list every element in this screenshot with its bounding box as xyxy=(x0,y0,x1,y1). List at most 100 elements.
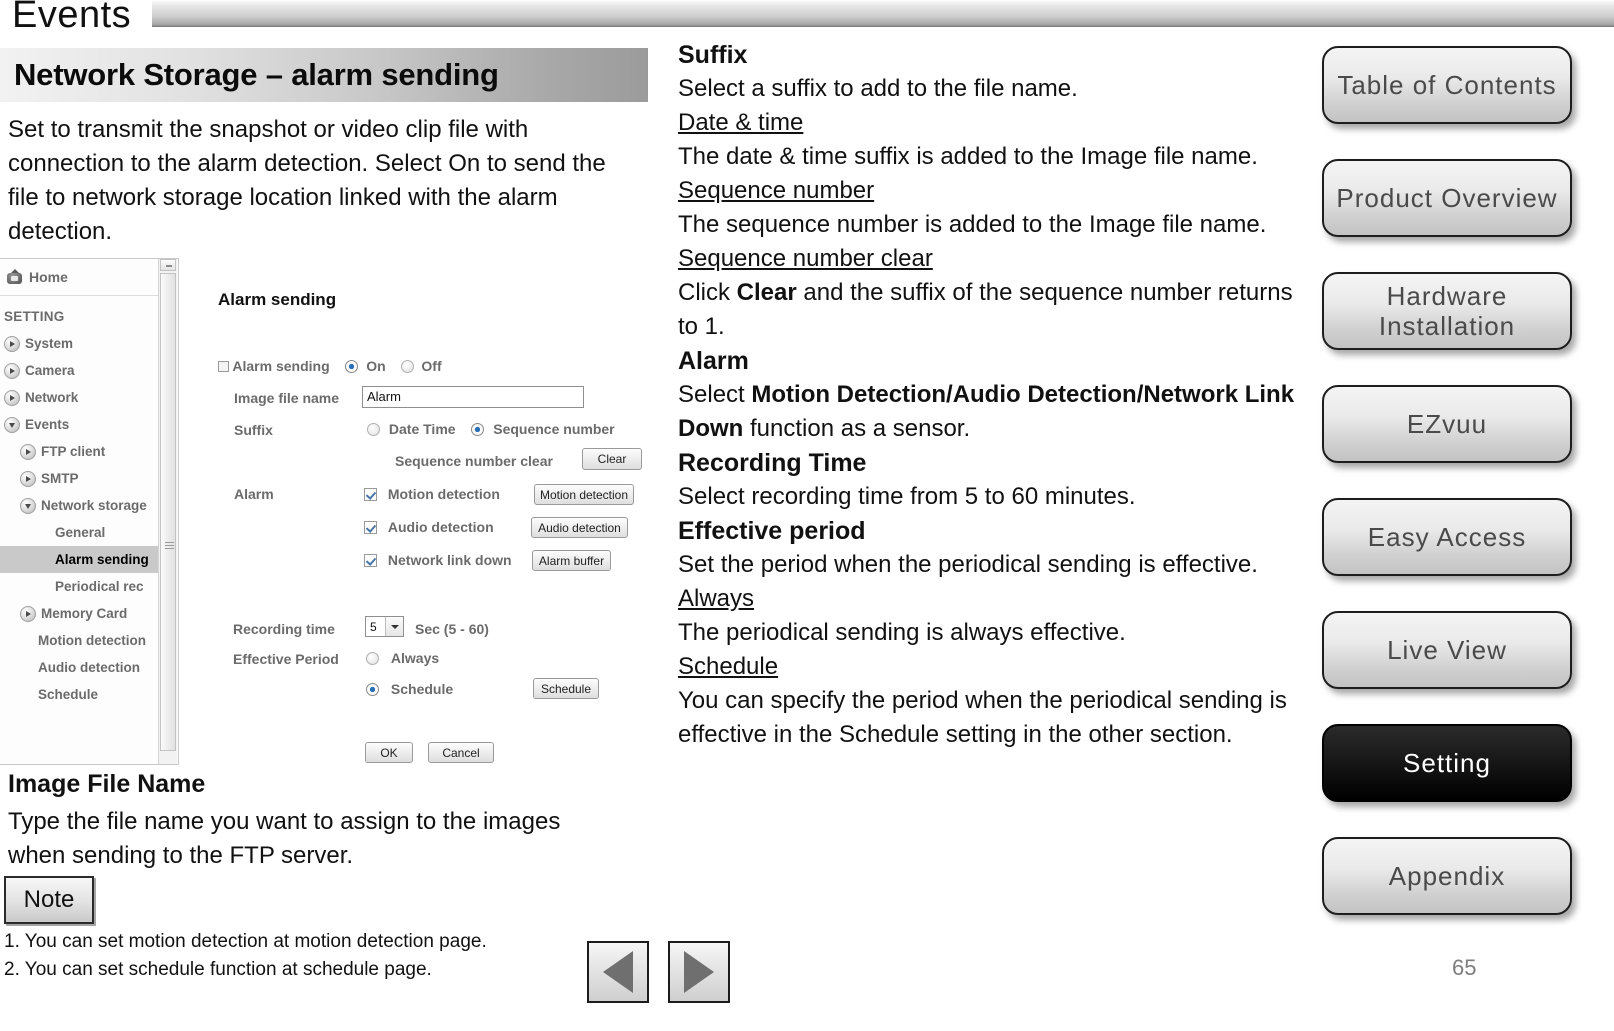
notes-list: 1. You can set motion detection at motio… xyxy=(4,928,624,984)
alarm-sending-on-label: On xyxy=(366,358,386,374)
sequence-number-clear-label: Sequence number clear xyxy=(395,453,553,469)
tree-item-general[interactable]: General xyxy=(0,519,160,546)
alarm-sending-form: Alarm sending Alarm sending On Off Image… xyxy=(200,290,660,775)
chevron-right-icon[interactable] xyxy=(4,362,20,379)
motion-detection-checkbox[interactable] xyxy=(364,488,377,501)
cancel-button[interactable]: Cancel xyxy=(428,742,494,763)
tree-item-memory-card[interactable]: Memory Card xyxy=(0,600,160,627)
chevron-right-icon[interactable] xyxy=(20,443,36,460)
sequence-number-term: Sequence number xyxy=(678,177,875,204)
chevron-down-icon[interactable] xyxy=(20,497,36,514)
scrollbar-grip-icon xyxy=(165,542,174,549)
image-file-name-heading: Image File Name xyxy=(8,770,206,798)
image-file-name-body: Type the file name you want to assign to… xyxy=(8,808,561,869)
suffix-body: Select a suffix to add to the file name. xyxy=(678,75,1078,102)
tree-item-camera[interactable]: Camera xyxy=(0,357,160,384)
effective-period-schedule-radio[interactable] xyxy=(366,683,379,696)
scrollbar-up-arrow[interactable] xyxy=(160,259,176,271)
webui-settings-tree: SETTING System Camera Network Events FTP cli… xyxy=(0,303,160,708)
webui-home-label: Home xyxy=(29,269,68,285)
clear-button[interactable]: Clear xyxy=(582,448,642,470)
nav-button-label: Live View xyxy=(1387,635,1507,665)
effective-period-always-label: Always xyxy=(390,650,440,666)
nav-button-label: Table of Contents xyxy=(1337,70,1557,100)
image-file-name-input[interactable]: Alarm xyxy=(362,386,584,408)
chevron-down-icon[interactable] xyxy=(4,416,20,433)
tree-item-system[interactable]: System xyxy=(0,330,160,357)
note-item-2: 2. You can set schedule function at sche… xyxy=(4,959,432,980)
suffix-date-time-radio[interactable] xyxy=(367,423,380,436)
alarm-body: Select Motion Detection/Audio Detection/… xyxy=(678,378,1298,446)
tree-item-label: SMTP xyxy=(41,471,79,486)
alarm-sending-off-radio[interactable] xyxy=(400,360,414,373)
previous-page-button[interactable] xyxy=(587,941,649,1003)
nav-button-table-of-contents[interactable]: Table of Contents xyxy=(1322,46,1572,124)
chevron-down-icon[interactable] xyxy=(385,617,403,636)
motion-detection-row: Motion detection xyxy=(364,486,500,502)
alarm-sending-on-radio[interactable] xyxy=(345,360,359,373)
webui-home-link[interactable]: Home xyxy=(0,259,160,296)
tree-item-smtp[interactable]: SMTP xyxy=(0,465,160,492)
nav-button-product-overview[interactable]: Product Overview xyxy=(1322,159,1572,237)
nav-button-hardware-installation[interactable]: Hardware Installation xyxy=(1322,272,1572,350)
nav-button-live-view[interactable]: Live View xyxy=(1322,611,1572,689)
tree-item-label: Motion detection xyxy=(38,633,146,648)
tree-item-periodical-rec[interactable]: Periodical rec xyxy=(0,573,160,600)
camera-webui-sidebar-screenshot: Home SETTING System Camera Network Events FT… xyxy=(0,258,179,765)
motion-detection-button[interactable]: Motion detection xyxy=(534,484,634,505)
chevron-right-icon[interactable] xyxy=(20,605,36,622)
effective-period-body: Set the period when the periodical sendi… xyxy=(678,551,1258,578)
chevron-right-icon[interactable] xyxy=(4,389,20,406)
effective-period-always-radio[interactable] xyxy=(366,652,379,665)
recording-time-heading: Recording Time xyxy=(678,449,867,477)
schedule-button[interactable]: Schedule xyxy=(533,678,599,699)
suffix-sequence-number-label: Sequence number xyxy=(493,421,615,437)
recording-time-select[interactable]: 5 xyxy=(365,616,404,637)
audio-detection-checkbox[interactable] xyxy=(364,521,377,534)
tree-item-motion-detection[interactable]: Motion detection xyxy=(0,627,160,654)
next-page-button[interactable] xyxy=(668,941,730,1003)
always-term: Always xyxy=(678,585,755,612)
effective-period-schedule-label: Schedule xyxy=(390,681,454,697)
webui-vertical-scrollbar[interactable] xyxy=(158,259,177,764)
audio-detection-button[interactable]: Audio detection xyxy=(531,517,628,538)
chevron-right-icon[interactable] xyxy=(20,470,36,487)
alarm-buffer-button[interactable]: Alarm buffer xyxy=(532,550,611,571)
always-body: The periodical sending is always effecti… xyxy=(678,619,1126,646)
manual-navigation-panel: Table of Contents Product Overview Hardwar… xyxy=(1322,46,1614,950)
sequence-number-body: The sequence number is added to the Imag… xyxy=(678,211,1267,238)
recording-time-label: Recording time xyxy=(233,621,335,637)
page-header: Events xyxy=(0,0,1614,36)
nav-button-appendix[interactable]: Appendix xyxy=(1322,837,1572,915)
ok-button[interactable]: OK xyxy=(365,742,413,763)
nav-button-setting[interactable]: Setting xyxy=(1322,724,1572,802)
tree-item-label: FTP client xyxy=(41,444,106,459)
nav-button-label: Product Overview xyxy=(1336,183,1558,213)
effective-period-label: Effective Period xyxy=(233,651,339,667)
nav-button-ezvuu[interactable]: EZvuu xyxy=(1322,385,1572,463)
section-title-banner: Network Storage – alarm sending xyxy=(0,48,648,102)
tree-item-ftp-client[interactable]: FTP client xyxy=(0,438,160,465)
tree-item-alarm-sending[interactable]: Alarm sending xyxy=(0,546,160,573)
date-time-term: Date & time xyxy=(678,109,804,136)
scrollbar-thumb[interactable] xyxy=(160,273,176,751)
nav-button-easy-access[interactable]: Easy Access xyxy=(1322,498,1572,576)
tree-item-label: Events xyxy=(25,417,70,432)
suffix-heading: Suffix xyxy=(678,41,748,69)
chevron-right-icon[interactable] xyxy=(4,335,20,352)
schedule-term: Schedule xyxy=(678,653,779,680)
suffix-sequence-number-radio[interactable] xyxy=(471,423,485,436)
alarm-sending-row: Alarm sending On Off xyxy=(218,358,442,374)
tree-item-network[interactable]: Network xyxy=(0,384,160,411)
tree-heading-setting: SETTING xyxy=(4,309,65,324)
effective-period-always-row: Always xyxy=(366,650,439,666)
tree-item-events[interactable]: Events xyxy=(0,411,160,438)
tree-item-audio-detection[interactable]: Audio detection xyxy=(0,654,160,681)
network-link-down-label: Network link down xyxy=(387,552,512,568)
alarm-body-post: function as a sensor. xyxy=(743,415,971,442)
tree-item-network-storage[interactable]: Network storage xyxy=(0,492,160,519)
recording-time-body: Select recording time from 5 to 60 minut… xyxy=(678,483,1136,510)
tree-item-schedule[interactable]: Schedule xyxy=(0,681,160,708)
network-link-down-checkbox[interactable] xyxy=(364,554,377,567)
tree-item-label: General xyxy=(55,525,106,540)
